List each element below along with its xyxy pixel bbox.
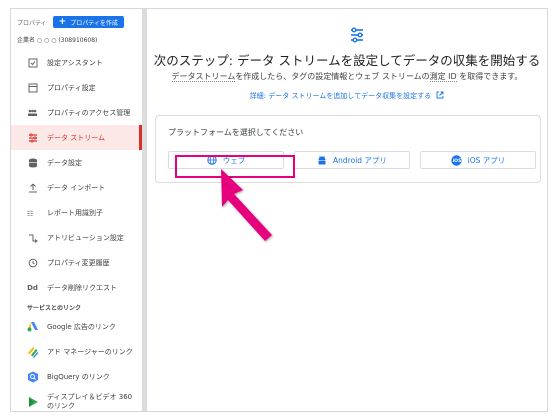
app-frame: プロパティ + プロパティを作成 企業名 ○ ○ ○ (308910608) 設… [10, 8, 548, 412]
pointer-arrow-icon [221, 169, 272, 241]
